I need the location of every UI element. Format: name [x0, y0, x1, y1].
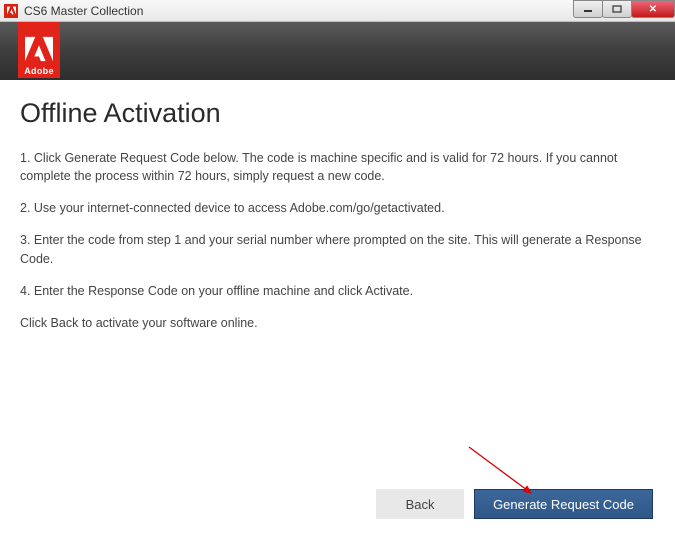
step-4: 4. Enter the Response Code on your offli…	[20, 282, 655, 300]
window-controls: ✕	[574, 0, 675, 18]
page-title: Offline Activation	[20, 98, 655, 129]
step-1: 1. Click Generate Request Code below. Th…	[20, 149, 655, 185]
window-title: CS6 Master Collection	[24, 4, 143, 18]
maximize-button[interactable]	[602, 0, 632, 18]
note-text: Click Back to activate your software onl…	[20, 314, 655, 332]
step-3: 3. Enter the code from step 1 and your s…	[20, 231, 655, 267]
header-band: Adobe	[0, 22, 675, 80]
minimize-button[interactable]	[573, 0, 603, 18]
step-2: 2. Use your internet-connected device to…	[20, 199, 655, 217]
adobe-logo: Adobe	[18, 22, 60, 78]
generate-request-code-button[interactable]: Generate Request Code	[474, 489, 653, 519]
window-titlebar: CS6 Master Collection ✕	[0, 0, 675, 22]
footer-buttons: Back Generate Request Code	[376, 489, 653, 519]
app-icon	[4, 4, 18, 18]
main-content: Offline Activation 1. Click Generate Req…	[0, 80, 675, 332]
close-button[interactable]: ✕	[631, 0, 675, 18]
back-button[interactable]: Back	[376, 489, 464, 519]
adobe-logo-text: Adobe	[24, 66, 54, 76]
